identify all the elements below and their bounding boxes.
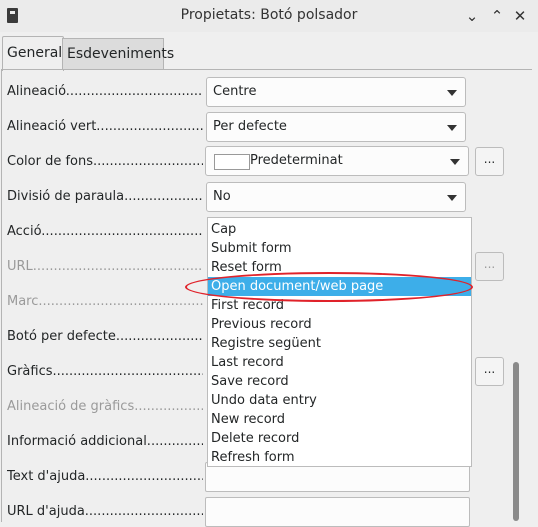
alineacio-select[interactable]: Centre xyxy=(206,77,466,107)
color-fons-more-button[interactable]: ... xyxy=(475,147,504,176)
grafics-label: Gràfics.................................… xyxy=(7,364,203,379)
dropdown-item-refresh-form[interactable]: Refresh form xyxy=(208,448,471,467)
alineacio-value: Centre xyxy=(213,84,257,99)
alineacio-vert-label: Alineació vert..........................… xyxy=(7,119,203,134)
color-swatch xyxy=(214,154,250,170)
divisio-paraula-value: No xyxy=(213,189,231,204)
alineacio-grafics-label: Alineació de gràfics....................… xyxy=(7,399,203,414)
scrollbar-thumb[interactable] xyxy=(513,362,519,521)
divisio-paraula-label: Divisió de paraula......................… xyxy=(7,189,203,204)
url-ajuda-input[interactable] xyxy=(205,497,470,527)
alineacio-vert-value: Per defecte xyxy=(213,119,287,134)
url-label: URL.....................................… xyxy=(7,259,203,274)
accio-dropdown-list[interactable]: Cap Submit form Reset form Open document… xyxy=(207,217,472,467)
dropdown-item-cap[interactable]: Cap xyxy=(208,220,471,239)
alineacio-vert-select[interactable]: Per defecte xyxy=(206,112,466,142)
text-ajuda-label: Text d'ajuda............................… xyxy=(7,469,203,484)
dropdown-item-save-record[interactable]: Save record xyxy=(208,372,471,391)
window-title: Propietats: Botó polsador xyxy=(180,7,358,23)
boto-defecte-label: Botó per defecte........................… xyxy=(7,329,203,344)
tab-esdeveniments[interactable]: Esdeveniments xyxy=(62,38,174,69)
color-fons-select[interactable]: Predeterminat xyxy=(205,146,469,176)
informacio-addicional-label: Informació addicional...................… xyxy=(7,434,203,449)
close-icon[interactable]: ✕ xyxy=(510,6,530,26)
chevron-down-icon xyxy=(450,159,460,165)
collapse-icon[interactable]: ⌄ xyxy=(462,6,482,26)
color-fons-label: Color de fons...........................… xyxy=(7,154,203,169)
chevron-down-icon xyxy=(447,90,457,96)
maximize-icon[interactable]: ⌃ xyxy=(487,6,507,26)
grafics-more-button[interactable]: ... xyxy=(475,357,504,386)
dropdown-item-previous-record[interactable]: Previous record xyxy=(208,315,471,334)
url-more-button[interactable]: ... xyxy=(475,252,504,281)
color-fons-value: Predeterminat xyxy=(250,153,343,168)
title-bar: Propietats: Botó polsador ⌄ ⌃ ✕ xyxy=(0,0,538,32)
alineacio-label: Alineació...............................… xyxy=(7,84,203,99)
dropdown-item-reset-form[interactable]: Reset form xyxy=(208,258,471,277)
url-ajuda-label: URL d'ajuda.............................… xyxy=(7,504,203,519)
divisio-paraula-select[interactable]: No xyxy=(206,182,466,212)
dropdown-item-undo-data-entry[interactable]: Undo data entry xyxy=(208,391,471,410)
accio-label: Acció...................................… xyxy=(7,224,203,239)
dropdown-item-open-document[interactable]: Open document/web page xyxy=(208,277,471,296)
tab-general[interactable]: General xyxy=(2,36,64,71)
chevron-down-icon xyxy=(447,195,457,201)
marc-label: Marc....................................… xyxy=(7,294,203,309)
dropdown-item-delete-record[interactable]: Delete record xyxy=(208,429,471,448)
dropdown-item-first-record[interactable]: First record xyxy=(208,296,471,315)
dropdown-item-new-record[interactable]: New record xyxy=(208,410,471,429)
dropdown-item-submit-form[interactable]: Submit form xyxy=(208,239,471,258)
dropdown-item-last-record[interactable]: Last record xyxy=(208,353,471,372)
dropdown-item-registre-seguent[interactable]: Registre següent xyxy=(208,334,471,353)
chevron-down-icon xyxy=(447,125,457,131)
